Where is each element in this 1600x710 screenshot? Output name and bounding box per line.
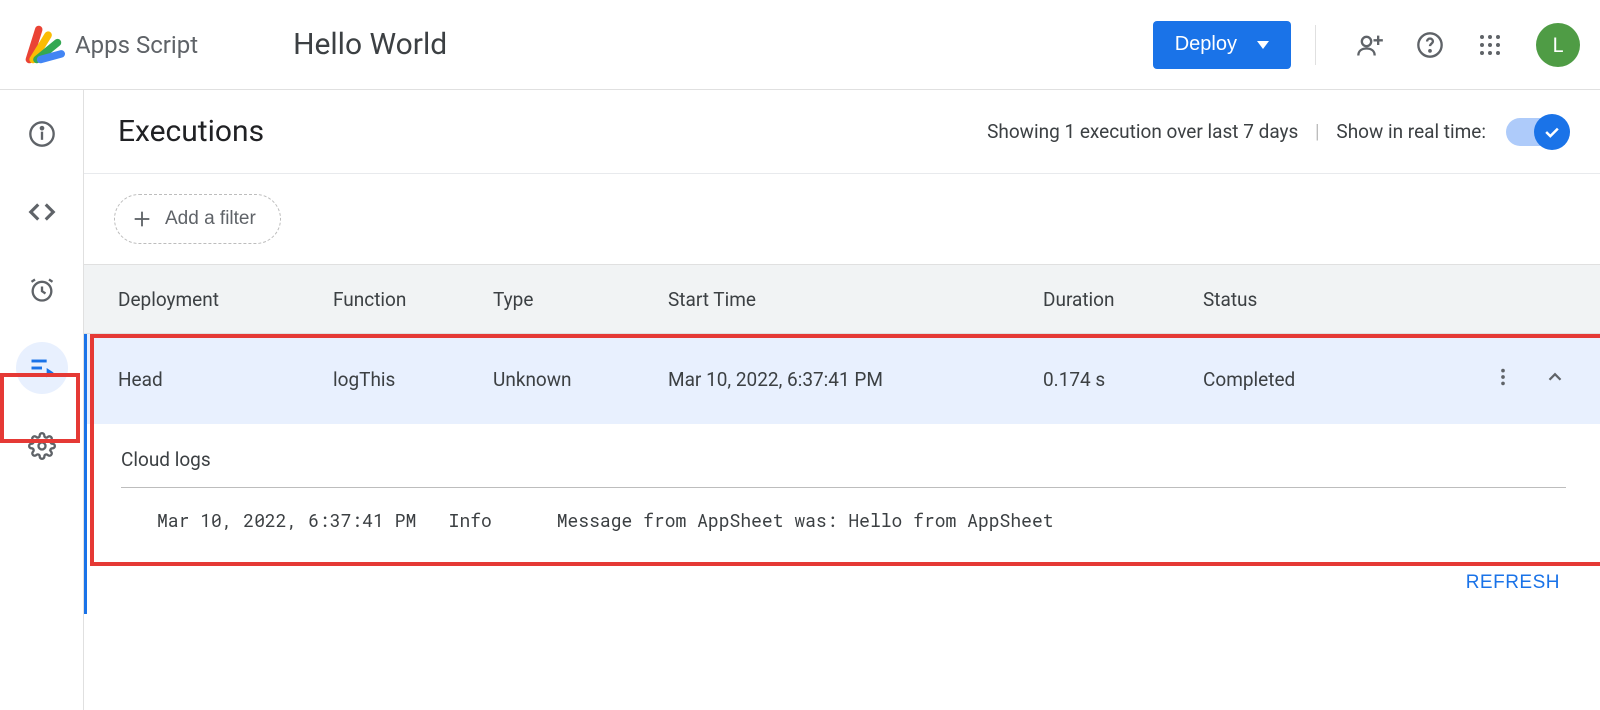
page-title: Executions [118, 114, 264, 149]
summary-count: Showing 1 execution over last 7 days [987, 120, 1298, 143]
filter-bar: Add a filter [84, 174, 1600, 264]
deploy-button[interactable]: Deploy [1153, 21, 1291, 69]
col-header-start-time[interactable]: Start Time [668, 288, 1043, 311]
sidebar-item-editor[interactable] [16, 186, 68, 238]
divider [1315, 25, 1316, 65]
add-filter-button[interactable]: Add a filter [114, 194, 281, 244]
execution-summary: Showing 1 execution over last 7 days | S… [987, 120, 1486, 143]
executions-icon [28, 354, 56, 382]
col-header-status[interactable]: Status [1203, 288, 1566, 311]
apps-grid-icon[interactable] [1476, 31, 1504, 59]
col-header-type[interactable]: Type [493, 288, 668, 311]
cell-duration: 0.174 s [1043, 368, 1203, 391]
cell-deployment: Head [118, 368, 333, 391]
more-vert-icon [1492, 366, 1514, 388]
sidebar-item-overview[interactable] [16, 108, 68, 160]
add-filter-label: Add a filter [165, 208, 256, 230]
log-entry: Mar 10, 2022, 6:37:41 PM Info Message fr… [121, 508, 1566, 532]
brand-label: Apps Script [75, 31, 198, 59]
sidebar-item-executions[interactable] [16, 342, 68, 394]
project-title[interactable]: Hello World [293, 27, 447, 62]
logs-separator [121, 487, 1566, 488]
toggle-knob [1534, 114, 1570, 150]
realtime-toggle[interactable] [1506, 118, 1566, 146]
table-header: Deployment Function Type Start Time Dura… [84, 264, 1600, 334]
main-content: Executions Showing 1 execution over last… [84, 90, 1600, 710]
gear-icon [28, 432, 56, 460]
plus-icon [131, 208, 153, 230]
row-menu-button[interactable] [1492, 366, 1514, 393]
sidebar-item-settings[interactable] [16, 420, 68, 472]
title-bar: Executions Showing 1 execution over last… [84, 90, 1600, 174]
header-bar: Apps Script Hello World Deploy L [0, 0, 1600, 90]
summary-realtime-label: Show in real time: [1336, 120, 1486, 143]
refresh-button[interactable]: REFRESH [1466, 572, 1560, 594]
col-header-duration[interactable]: Duration [1043, 288, 1203, 311]
table-row[interactable]: Head logThis Unknown Mar 10, 2022, 6:37:… [84, 334, 1600, 424]
logs-panel: Cloud logs Mar 10, 2022, 6:37:41 PM Info… [84, 424, 1600, 532]
deploy-label: Deploy [1175, 33, 1237, 56]
clock-icon [28, 276, 56, 304]
sidebar [0, 90, 84, 710]
dropdown-caret-icon [1257, 41, 1269, 49]
cell-status: Completed [1203, 368, 1456, 391]
cell-start-time: Mar 10, 2022, 6:37:41 PM [668, 368, 1043, 391]
share-icon[interactable] [1356, 31, 1384, 59]
apps-script-logo-icon [20, 22, 65, 67]
info-icon [28, 120, 56, 148]
brand-group[interactable]: Apps Script [20, 22, 198, 67]
col-header-function[interactable]: Function [333, 288, 493, 311]
chevron-up-icon [1544, 366, 1566, 388]
code-icon [27, 197, 57, 227]
pipe-separator: | [1315, 120, 1320, 143]
logs-title: Cloud logs [121, 448, 1566, 471]
check-icon [1542, 122, 1562, 142]
col-header-deployment[interactable]: Deployment [118, 288, 333, 311]
avatar[interactable]: L [1536, 23, 1580, 67]
help-icon[interactable] [1416, 31, 1444, 59]
sidebar-item-triggers[interactable] [16, 264, 68, 316]
row-collapse-button[interactable] [1544, 366, 1566, 393]
cell-type: Unknown [493, 368, 668, 391]
cell-function: logThis [333, 368, 493, 391]
refresh-bar: REFRESH [84, 532, 1600, 614]
